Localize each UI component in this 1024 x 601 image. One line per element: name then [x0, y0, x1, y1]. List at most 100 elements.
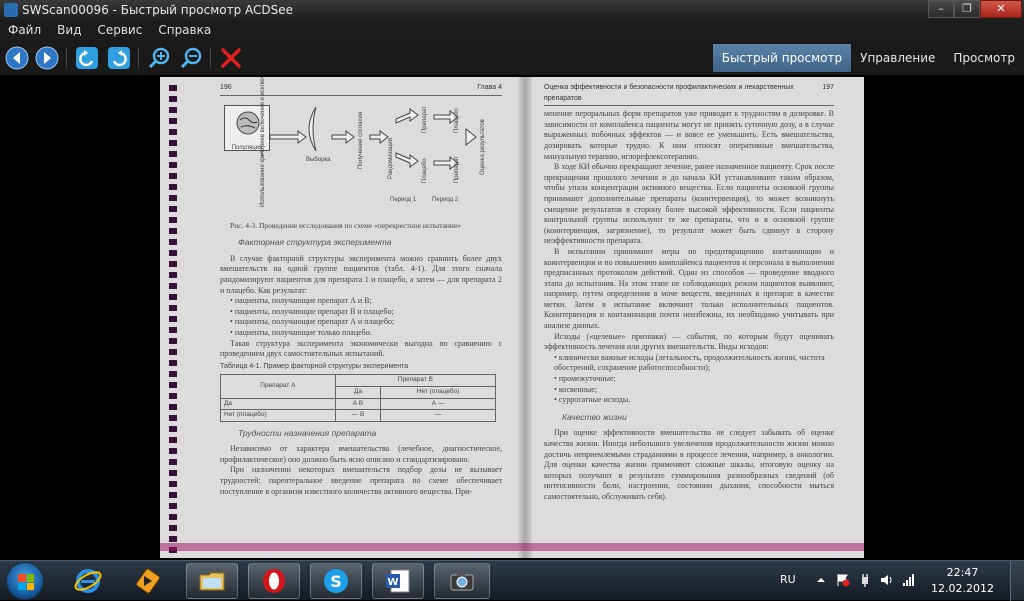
- opera-icon: [263, 569, 285, 593]
- section-heading-factorial: Факторная структура эксперимента: [238, 237, 392, 248]
- informed-consent-label: Получение согласия: [358, 111, 364, 169]
- bullet-text: косвенные;: [558, 384, 598, 394]
- minimize-button[interactable]: –: [928, 0, 954, 18]
- table-cell: — В: [334, 409, 382, 422]
- delete-button[interactable]: [218, 45, 244, 71]
- table-header-a: Препарат А: [220, 374, 336, 399]
- forward-icon: [35, 46, 59, 70]
- zoom-in-icon: [148, 47, 170, 69]
- menu-tools[interactable]: Сервис: [89, 23, 150, 37]
- section-heading-quality: Качество жизни: [562, 411, 627, 422]
- bullet-item: • промежуточные;: [554, 374, 616, 384]
- toolbar: Быстрый просмотр Управление Просмотр: [0, 40, 1024, 76]
- randomization-label: Рандомизация: [388, 137, 394, 179]
- paragraph-outcomes: Исходы («целевые» признаки) — события, п…: [544, 331, 834, 352]
- delete-icon: [221, 48, 241, 68]
- action-center-flag-icon: [837, 574, 850, 587]
- forward-button[interactable]: [34, 45, 60, 71]
- binding-holes: [169, 85, 177, 555]
- network-button[interactable]: [902, 573, 916, 587]
- table-header-yes: Да: [334, 385, 382, 399]
- window-title: SWScan00096 - Быстрый просмотр ACDSee: [22, 3, 294, 17]
- paragraph-oral-forms: менение пероральных форм препаратов уже …: [544, 109, 834, 161]
- image-viewer[interactable]: 196 Глава 4 Популяция Использование крит…: [0, 77, 1024, 560]
- left-page-number: 196: [220, 84, 232, 91]
- bullet-item: • косвенные;: [554, 384, 598, 394]
- window-controls: – ❐ ✕: [928, 0, 1022, 18]
- power-plug-icon: [862, 574, 868, 587]
- bullet-text: клинически важные исходы (летальность, п…: [554, 352, 825, 373]
- criteria-label: Использование критериев включения и искл…: [260, 77, 266, 207]
- left-chapter: Глава 4: [477, 84, 502, 91]
- start-button[interactable]: [6, 562, 44, 600]
- bullet-text: пациенты, получающие препарат А и В;: [234, 296, 372, 306]
- bullet-item: • пациенты, получающие препарат В и плац…: [230, 306, 394, 316]
- paragraph-dosing: При назначении некоторых вмешательств по…: [220, 465, 502, 496]
- system-tray: RU 22:47 12.02.2012: [774, 561, 1024, 601]
- file-explorer-icon: [199, 572, 225, 591]
- menu-file[interactable]: Файл: [0, 23, 49, 37]
- clock-date: 12.02.2012: [931, 582, 994, 595]
- bullet-item: • пациенты, получающие препарат А и плац…: [230, 317, 395, 327]
- taskbar-word[interactable]: W: [372, 563, 424, 599]
- menu-help[interactable]: Справка: [150, 23, 219, 37]
- volume-button[interactable]: [880, 573, 894, 587]
- taskbar-opera[interactable]: [248, 563, 300, 599]
- acdsee-app-icon: [4, 3, 18, 17]
- table-row: Да А В А —: [220, 397, 496, 411]
- menu-view[interactable]: Вид: [49, 23, 89, 37]
- bullet-text: суррогатные исходы.: [558, 395, 631, 405]
- table-cell: А В: [334, 397, 382, 411]
- taskbar-media-player[interactable]: [122, 563, 174, 599]
- rotate-left-button[interactable]: [74, 45, 100, 71]
- period-1-label: Период 1: [390, 196, 417, 203]
- paragraph-cointervention: В ходе КИ обычно прекращают лечение, ран…: [544, 162, 834, 246]
- factorial-table: Препарат А Препарат В Да Нет (плацебо) Д…: [220, 374, 497, 422]
- tab-quick-view[interactable]: Быстрый просмотр: [712, 44, 852, 72]
- power-button[interactable]: [858, 573, 872, 587]
- taskbar-internet-explorer[interactable]: [62, 563, 114, 599]
- drug-label-top: Препарат: [422, 105, 428, 133]
- paragraph-factorial: В случае факторной структуры эксперимент…: [220, 253, 502, 295]
- show-hidden-icons-button[interactable]: [814, 573, 828, 587]
- tab-manage[interactable]: Управление: [851, 44, 944, 72]
- taskbar-acdsee[interactable]: [434, 563, 490, 599]
- zoom-in-button[interactable]: [146, 45, 172, 71]
- chevron-up-icon: [817, 578, 825, 582]
- table-cell: А —: [380, 397, 496, 411]
- bullet-item: • клинически важные исходы (летальность,…: [554, 352, 825, 373]
- bullet-text: промежуточные;: [558, 374, 616, 384]
- book-spine: [518, 77, 532, 558]
- outcome-label: Оценка результатов: [480, 118, 486, 175]
- page-edge-stripe: [160, 543, 864, 551]
- tab-view[interactable]: Просмотр: [944, 44, 1024, 72]
- svg-text:S: S: [330, 572, 342, 591]
- rotate-right-icon: [108, 47, 130, 69]
- rotate-right-button[interactable]: [106, 45, 132, 71]
- mode-tabs: Быстрый просмотр Управление Просмотр: [712, 44, 1024, 72]
- table-cell: Да: [220, 397, 336, 411]
- show-desktop-button[interactable]: [1010, 561, 1024, 601]
- paragraph-quality: При оценке эффективности вмешательства н…: [544, 428, 834, 501]
- table-cell: —: [380, 409, 496, 422]
- skype-icon: S: [324, 569, 348, 593]
- svg-text:W: W: [387, 577, 398, 588]
- taskbar-skype[interactable]: S: [310, 563, 362, 599]
- rotate-left-icon: [76, 47, 98, 69]
- period-2-label: Период 2: [432, 196, 459, 203]
- clock-time: 22:47: [946, 566, 979, 579]
- close-button[interactable]: ✕: [980, 0, 1022, 18]
- back-button[interactable]: [4, 45, 30, 71]
- taskbar-file-explorer[interactable]: [186, 563, 238, 599]
- action-center-button[interactable]: [836, 573, 850, 587]
- clock[interactable]: 22:47 12.02.2012: [931, 565, 994, 597]
- maximize-button[interactable]: ❐: [954, 0, 980, 18]
- table-header-b: Препарат В: [334, 374, 497, 387]
- right-page-number: 197: [822, 84, 834, 91]
- media-player-icon: [135, 568, 161, 594]
- language-indicator[interactable]: RU: [780, 573, 796, 586]
- network-signal-icon: [903, 574, 914, 586]
- table-row: Препарат А Препарат В: [220, 374, 497, 399]
- paragraph-economy: Такая структура эксперимента экономическ…: [220, 338, 502, 359]
- zoom-out-button[interactable]: [178, 45, 204, 71]
